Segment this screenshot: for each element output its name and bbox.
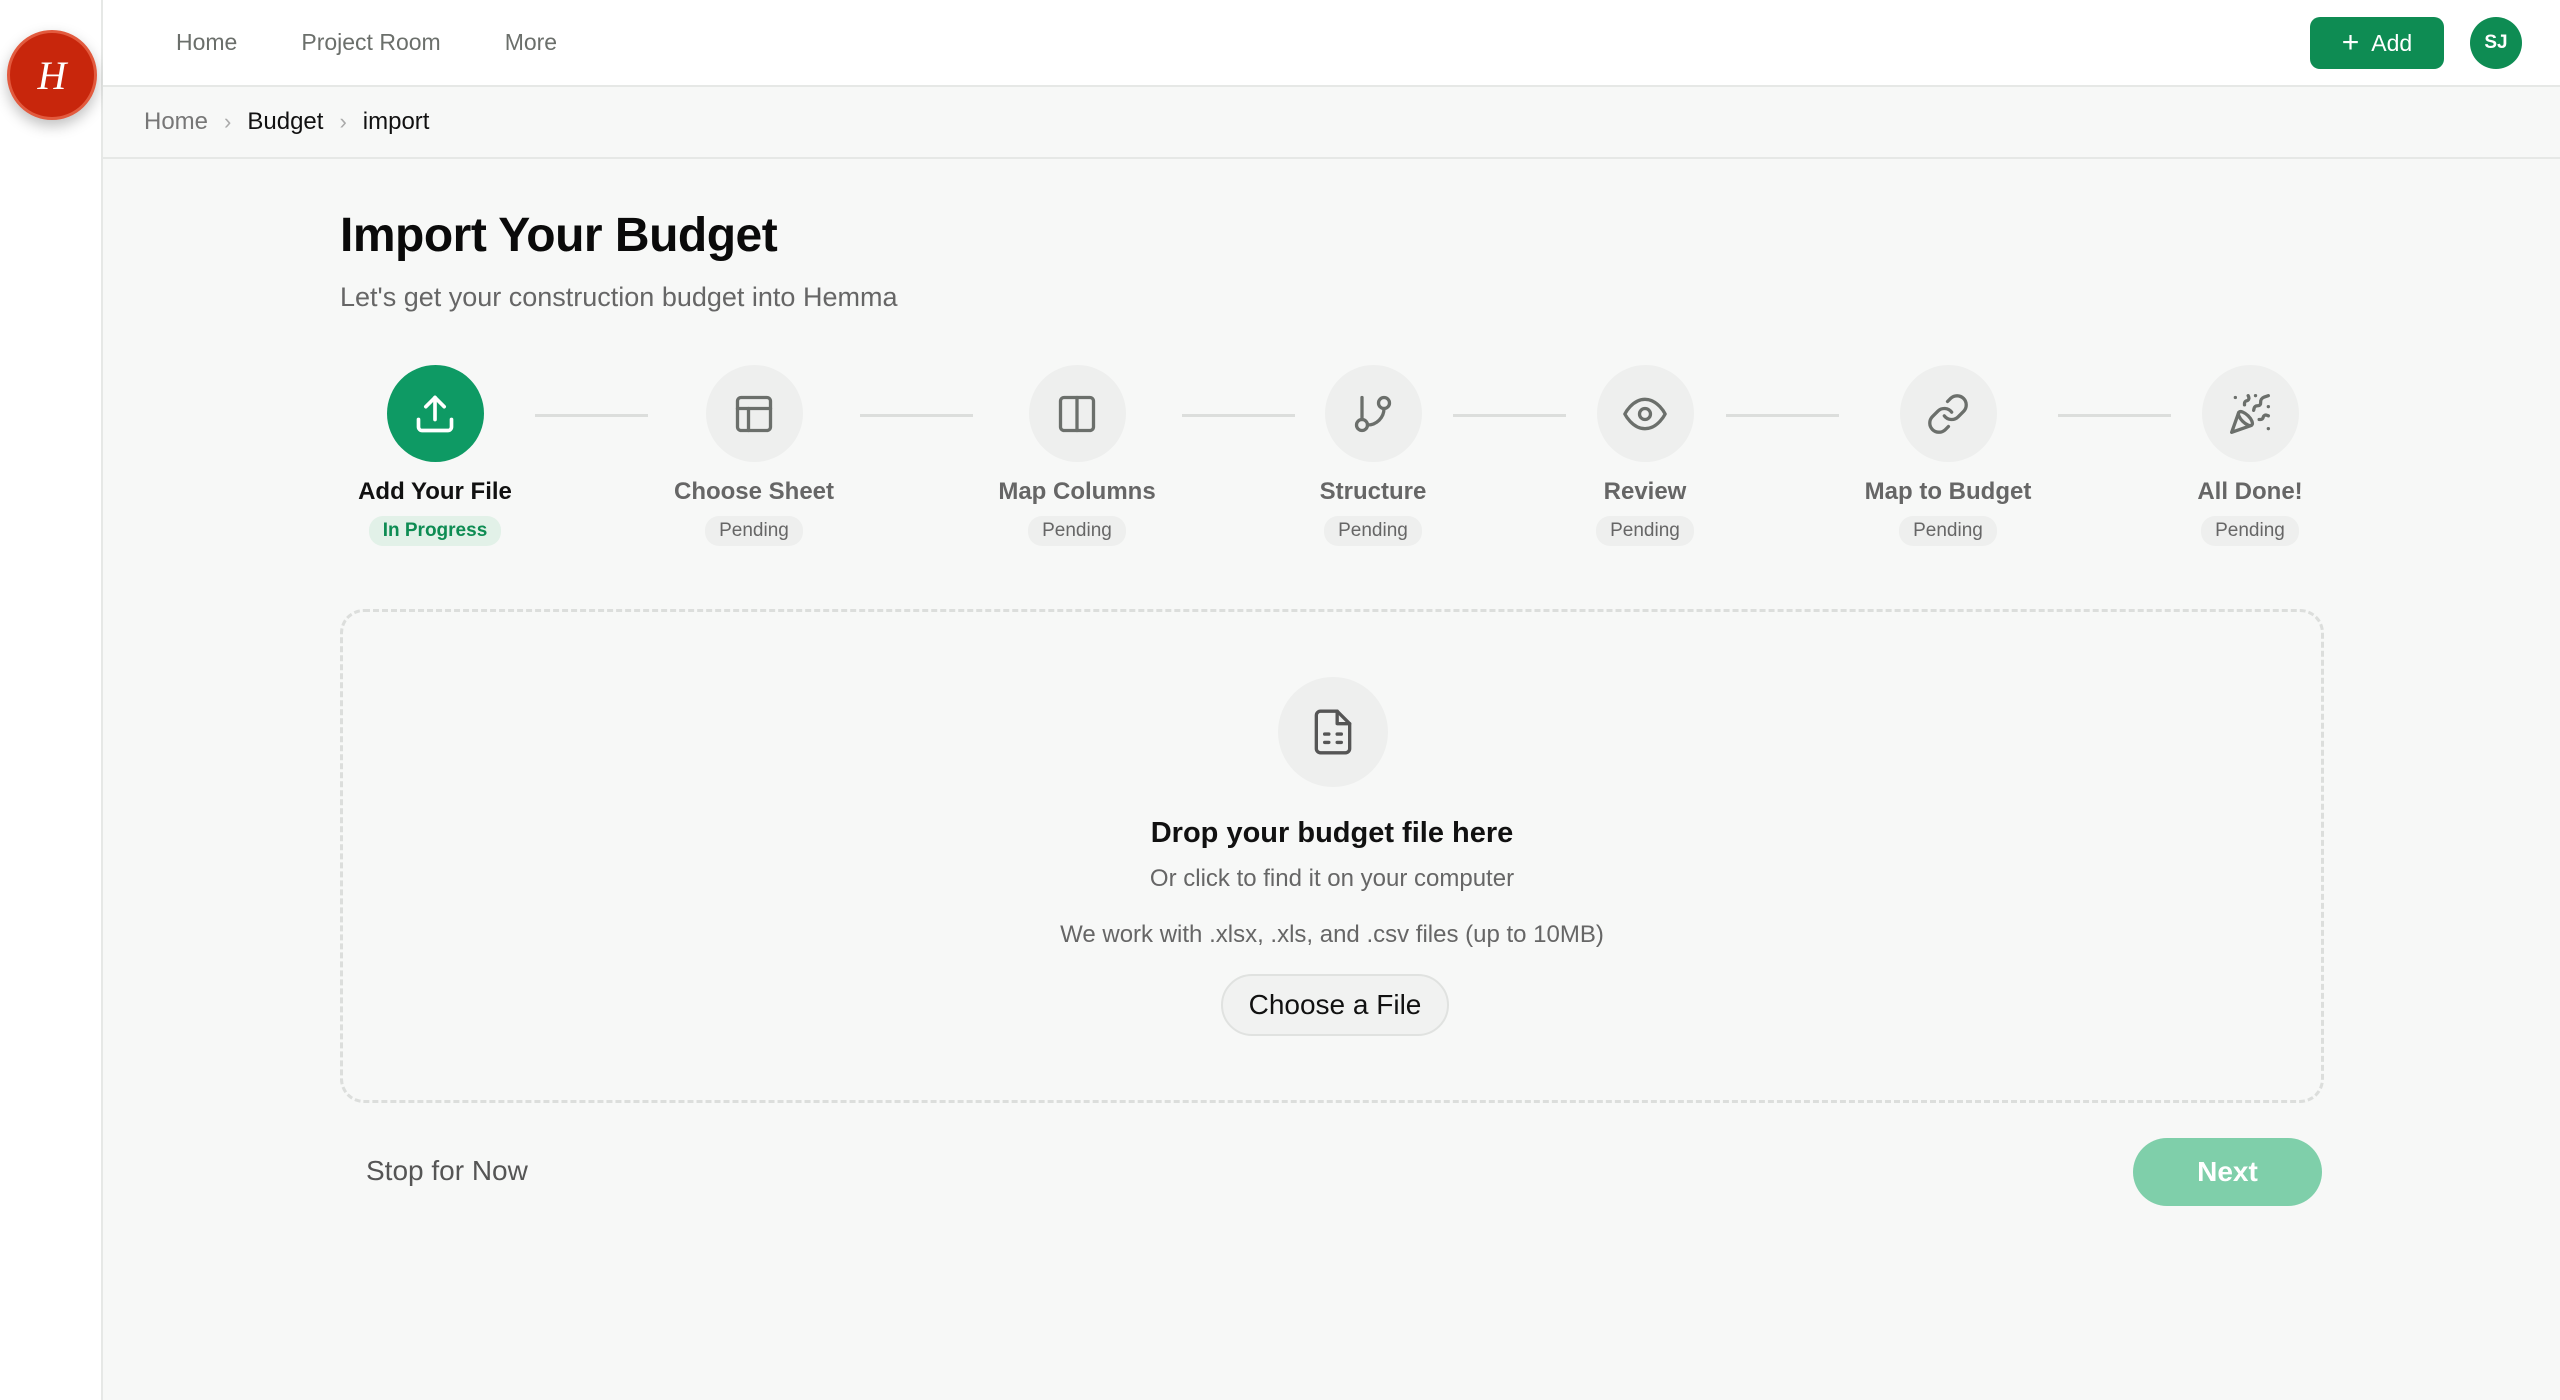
step-circle [386, 365, 484, 462]
eye-icon [1623, 397, 1667, 430]
next-button[interactable]: Next [2133, 1138, 2322, 1206]
party-popper-icon [2230, 393, 2271, 434]
add-button-label: Add [2371, 29, 2413, 56]
step-add-your-file: Add Your File In Progress [305, 365, 565, 546]
breadcrumb-import: import [362, 108, 430, 135]
nav-item-home[interactable]: Home [176, 29, 237, 56]
breadcrumb-budget[interactable]: Budget [247, 108, 323, 136]
status-badge: Pending [1899, 516, 1997, 546]
breadcrumb-home[interactable]: Home [144, 108, 208, 136]
step-circle [705, 365, 803, 462]
avatar[interactable]: SJ [2470, 17, 2522, 69]
top-bar: Home Project Room More + Add SJ [103, 0, 2560, 87]
step-circle [1596, 365, 1694, 462]
upload-icon [416, 395, 454, 432]
step-circle [1899, 365, 1997, 462]
nav-item-more[interactable]: More [505, 29, 557, 56]
add-button[interactable]: + Add [2310, 17, 2444, 69]
nav-item-project-room[interactable]: Project Room [301, 29, 440, 56]
step-circle [1324, 365, 1422, 462]
plus-icon: + [2341, 26, 2360, 59]
chevron-right-icon: › [224, 109, 232, 134]
dropzone-subtitle: Or click to find it on your computer [1149, 865, 1515, 892]
breadcrumb: Home › Budget › import [103, 87, 2560, 159]
step-label: Choose Sheet [673, 478, 835, 505]
dropzone-title: Drop your budget file here [1150, 817, 1514, 849]
file-spreadsheet-icon [1314, 709, 1352, 755]
stop-for-now-button[interactable]: Stop for Now [366, 1155, 528, 1187]
git-branch-icon [1354, 395, 1392, 432]
chevron-right-icon: › [339, 109, 347, 134]
table-icon [735, 395, 773, 432]
left-rail: H [0, 0, 103, 1400]
step-all-done: All Done! Pending [2120, 365, 2380, 546]
step-map-to-budget: Map to Budget Pending [1818, 365, 2078, 546]
dropzone-icon-wrap [1278, 677, 1388, 787]
page-subtitle: Let's get your construction budget into … [340, 282, 898, 312]
status-badge: Pending [1324, 516, 1422, 546]
link-icon [1928, 393, 1968, 434]
status-badge: Pending [2201, 516, 2299, 546]
status-badge: Pending [705, 516, 803, 546]
step-circle [2201, 365, 2299, 462]
file-dropzone[interactable]: Drop your budget file here Or click to f… [340, 609, 2324, 1103]
columns-icon [1058, 395, 1096, 432]
step-label: Structure [1319, 478, 1427, 505]
top-nav: Home Project Room More [103, 0, 557, 85]
choose-file-button[interactable]: Choose a File [1221, 974, 1449, 1036]
step-label: Add Your File [358, 478, 512, 505]
status-badge: In Progress [368, 516, 502, 546]
step-label: Map Columns [998, 478, 1156, 505]
status-badge: Pending [1028, 516, 1126, 546]
status-badge: Pending [1596, 516, 1694, 546]
step-label: Map to Budget [1864, 478, 2032, 505]
page-title: Import Your Budget [340, 209, 778, 262]
dropzone-formats: We work with .xlsx, .xls, and .csv files… [1060, 921, 1604, 948]
step-review: Review Pending [1515, 365, 1775, 546]
step-map-columns: Map Columns Pending [947, 365, 1207, 546]
step-choose-sheet: Choose Sheet Pending [624, 365, 884, 546]
step-label: All Done! [2197, 478, 2303, 505]
step-circle [1028, 365, 1126, 462]
step-label: Review [1603, 478, 1687, 505]
step-structure: Structure Pending [1243, 365, 1503, 546]
app-logo[interactable]: H [7, 30, 97, 120]
